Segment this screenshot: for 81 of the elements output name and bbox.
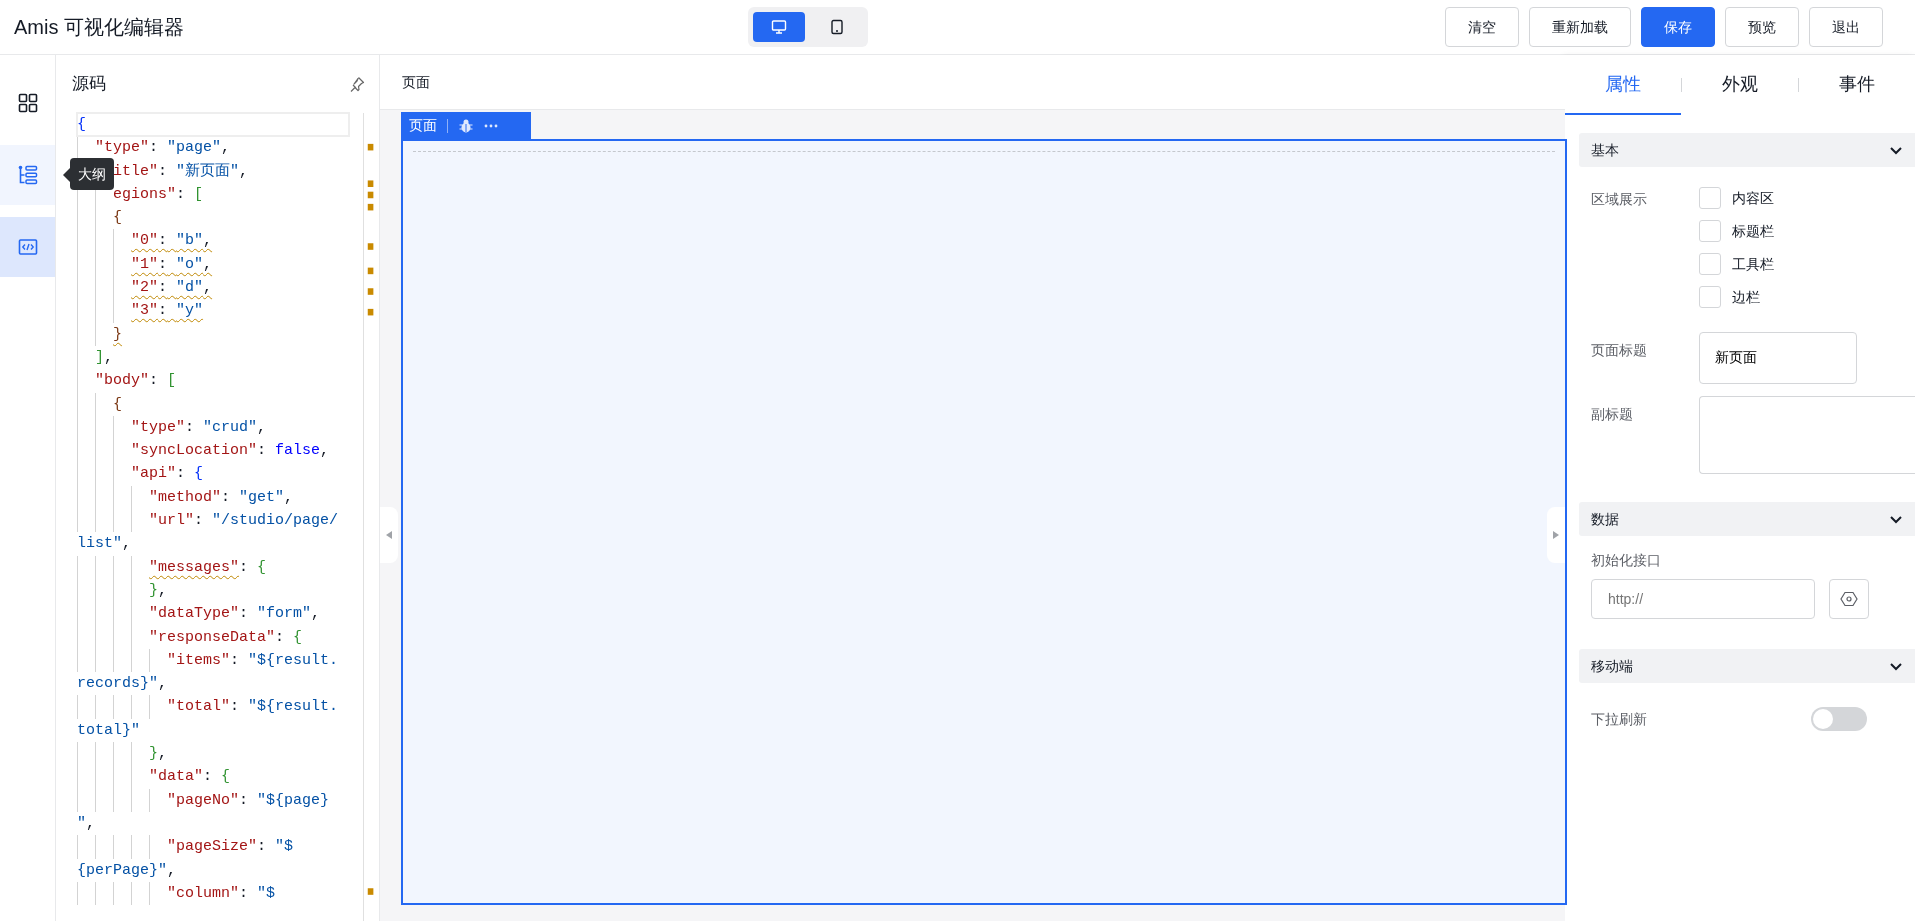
code-line: "data": { [149,767,231,788]
checkbox-label: 标题栏 [1732,221,1774,241]
code-line: "responseData": { [149,627,303,648]
toolbar-button[interactable]: 预览 [1725,7,1799,47]
bug-icon[interactable] [458,117,474,134]
field-label: 页面标题 [1591,341,1648,360]
toolbar-button[interactable]: 重新加载 [1529,7,1631,47]
settings-button[interactable] [1829,579,1869,619]
field-label: 区域展示 [1591,190,1648,209]
tablet-icon [828,19,845,35]
code-line: {perPage}", [77,860,177,881]
code-line: "2": "d", [131,278,213,299]
grid-icon [17,93,38,113]
toggle-switch[interactable] [1811,707,1867,731]
textarea-field[interactable] [1699,396,1915,474]
code-line: "messages": { [149,557,267,578]
panel-title: 源码 [72,73,106,96]
code-line: "total": "${result. [167,697,339,718]
code-line: "column": "$ [167,883,276,904]
code-line: "dataType": "form", [149,604,321,625]
pin-icon[interactable] [349,76,365,92]
code-line: ], [95,347,114,368]
text-field[interactable]: 新页面 [1699,332,1857,384]
checkbox-label: 工具栏 [1732,254,1774,274]
collapse-handle[interactable] [1547,507,1565,563]
hexagon-icon [1840,590,1858,608]
code-line: "items": "${result. [167,650,339,671]
code-line: "api": { [131,464,204,485]
inspector-tab[interactable]: 属性 [1565,55,1681,115]
checkbox[interactable] [1699,187,1721,209]
page-frame[interactable] [401,139,1567,905]
collapse-handle[interactable] [380,507,398,563]
field-label: 副标题 [1591,405,1634,424]
app-title: Amis 可视化编辑器 [14,15,184,40]
code-line: "pageSize": "$ [167,837,294,858]
code-line: "1": "o", [131,254,213,275]
code-line: "body": [ [95,371,177,392]
code-icon [17,237,38,257]
code-line: "type": "crud", [131,417,267,438]
code-line: "3": "y" [131,301,204,322]
desktop-view-button[interactable] [752,12,805,42]
checkbox-label: 边栏 [1732,287,1760,307]
checkbox[interactable] [1699,286,1721,308]
inspector-tab[interactable]: 外观 [1682,55,1798,115]
code-line: records}", [77,674,168,695]
caret-right-icon [1552,530,1560,540]
code-line: { [113,394,122,415]
caret-left-icon [385,530,393,540]
section-header[interactable]: 移动端 [1579,649,1915,683]
code-line: { [113,208,122,229]
section-header[interactable]: 数据 [1579,502,1915,536]
checkbox-label: 内容区 [1732,188,1774,208]
breadcrumb-item[interactable]: 页面 [402,71,430,93]
monitor-icon [770,19,787,35]
checkbox[interactable] [1699,253,1721,275]
code-line: } [113,324,122,345]
field-label: 下拉刷新 [1591,709,1648,729]
code-line: }, [149,744,168,764]
selection-label: 页面 [409,116,437,135]
code-line: "0": "b", [131,231,213,252]
checkbox[interactable] [1699,220,1721,242]
field-label: 初始化接口 [1591,551,1662,570]
code-line: total}" [77,720,140,741]
toolbar-button[interactable]: 保存 [1641,7,1715,47]
code-line: "url": "/studio/page/ [149,511,339,532]
code-line: "syncLocation": false, [131,441,330,462]
code-line: egions": [ [113,184,204,205]
toolbar-button[interactable]: 退出 [1809,7,1883,47]
code-line: "method": "get", [149,487,294,508]
inspector-tab[interactable]: 事件 [1799,55,1915,115]
code-line: list", [77,534,132,555]
code-line: itle": "新页面", [113,161,249,182]
tree-list-icon [17,165,38,185]
code-line: "pageNo": "${page} [167,790,330,811]
code-line: { [77,115,86,135]
toolbar-button[interactable]: 清空 [1445,7,1519,47]
section-header[interactable]: 基本 [1579,133,1915,167]
code-line: ", [77,813,96,834]
url-field[interactable]: http:// [1591,579,1815,619]
code-line: }, [149,580,168,601]
tooltip-arrow [63,168,70,182]
